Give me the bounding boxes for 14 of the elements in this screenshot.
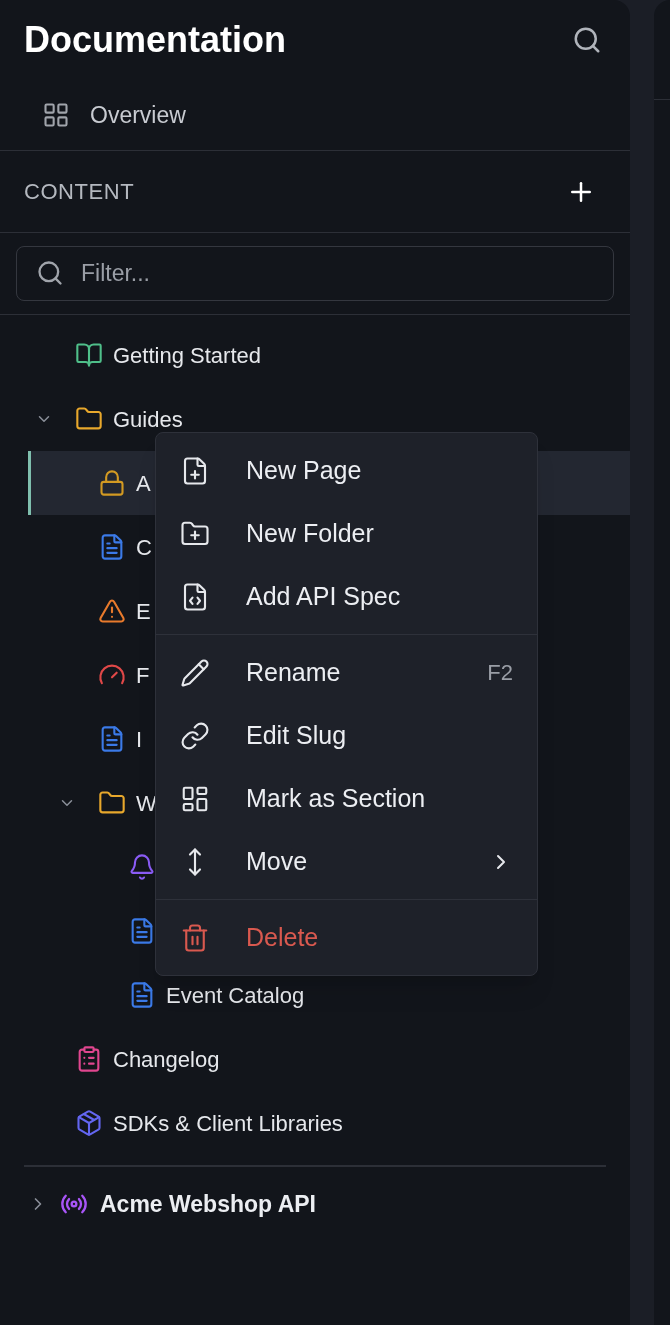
- tree-item-label: Getting Started: [113, 341, 261, 370]
- tree-item-label: A: [136, 469, 151, 498]
- tree-item-label: W: [136, 789, 157, 818]
- sidebar-title: Documentation: [24, 18, 286, 62]
- tree-item-label: Event Catalog: [166, 981, 305, 1010]
- tree-item-label: F: [136, 661, 150, 690]
- tree-item-label: C: [136, 533, 152, 562]
- tree-item-label: Changelog: [113, 1045, 220, 1074]
- tree-item-label: I: [136, 725, 143, 754]
- shortcut-label: F2: [487, 659, 513, 687]
- tree-item-label: Guides: [113, 405, 183, 434]
- section-heading: CONTENT: [24, 178, 135, 206]
- tree-item-label: E: [136, 597, 151, 626]
- tree-item-label: SDKs & Client Libraries: [113, 1109, 343, 1138]
